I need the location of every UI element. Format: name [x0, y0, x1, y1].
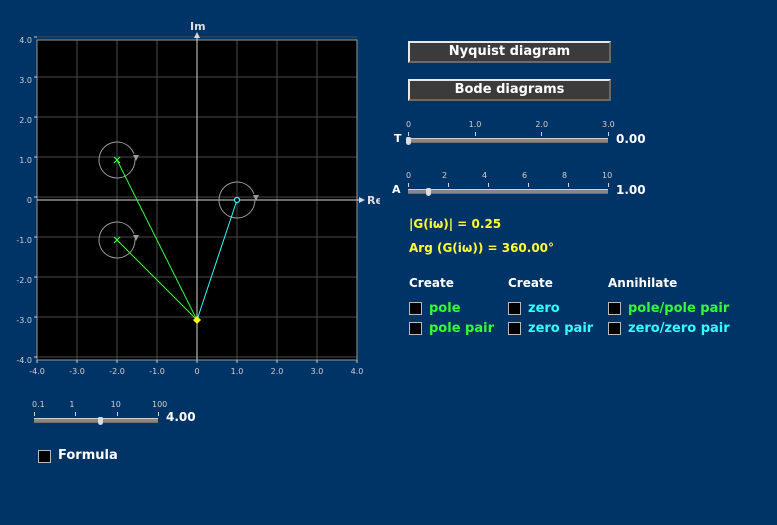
slider-tick-mark [541, 132, 543, 136]
annihilate-zero-zero-label: zero/zero pair [628, 321, 730, 336]
y-tick-label: -3.0 [16, 316, 32, 325]
slider-tick-label: 0 [406, 171, 412, 180]
x-tick-label: 4.0 [351, 367, 364, 376]
nyquist-diagram-button[interactable]: Nyquist diagram [408, 41, 611, 63]
slider-tick-mark [75, 412, 77, 416]
x-tick-label: 0 [194, 367, 199, 376]
a-slider-track[interactable] [408, 189, 608, 194]
create-zero-pair-label: zero pair [528, 321, 594, 336]
pole-zero-plot[interactable]: 4.0 3.0 2.0 1.0 0 -1.0 -2.0 -3.0 -4.0 -4.0 -3.0 -2.… [0, 0, 380, 385]
slider-tick-mark [488, 183, 489, 187]
create-pole-pair-checkbox[interactable] [409, 322, 422, 335]
t-slider-thumb[interactable] [406, 137, 411, 145]
magnitude-readout: |G(iω)| = 0.25 [409, 217, 502, 231]
x-tick-label: -1.0 [149, 367, 165, 376]
slider-tick-mark [474, 132, 476, 136]
annihilate-pole-pole-checkbox[interactable] [608, 302, 621, 315]
slider-tick-mark [448, 183, 449, 187]
slider-tick-mark [408, 183, 409, 187]
t-slider[interactable]: T 0 1.0 2.0 3.0 0.00 [394, 118, 654, 148]
a-slider-value: 1.00 [616, 183, 646, 197]
bode-diagrams-button[interactable]: Bode diagrams [408, 79, 611, 101]
y-tick-label: -2.0 [16, 276, 32, 285]
y-tick-label: 3.0 [19, 76, 32, 85]
frequency-slider[interactable]: 0.1 1 10 100 4.00 [30, 398, 210, 428]
annihilate-pole-pole-label: pole/pole pair [628, 301, 730, 316]
slider-tick-label: 6 [522, 171, 528, 180]
frequency-slider-track[interactable] [34, 418, 158, 423]
x-tick-label: 1.0 [231, 367, 244, 376]
t-slider-value: 0.00 [616, 132, 646, 146]
x-tick-label: -3.0 [69, 367, 85, 376]
slider-tick-label: 2.0 [535, 120, 549, 129]
create-zero-checkbox[interactable] [508, 302, 521, 315]
y-tick-label: 0 [27, 196, 32, 205]
slider-tick-label: 1 [69, 400, 75, 409]
slider-tick-mark [608, 132, 609, 136]
slider-tick-mark [158, 412, 159, 416]
slider-tick-label: 2 [442, 171, 448, 180]
argument-readout: Arg (G(iω)) = 360.00° [409, 241, 555, 255]
slider-tick-mark [528, 183, 529, 187]
x-tick-label: 3.0 [311, 367, 324, 376]
x-tick-label: -2.0 [109, 367, 125, 376]
slider-tick-mark [608, 183, 609, 187]
t-slider-label: T [394, 132, 402, 145]
slider-tick-label: 10 [602, 171, 613, 180]
create-zero-pair-checkbox[interactable] [508, 322, 521, 335]
slider-tick-label: 4 [482, 171, 488, 180]
annihilate-column-heading: Annihilate [608, 276, 678, 290]
create-zero-label: zero [528, 301, 560, 316]
slider-tick-label: 10 [110, 400, 121, 409]
slider-tick-label: 0 [406, 120, 412, 129]
slider-tick-label: 1.0 [468, 120, 482, 129]
slider-tick-label: 3.0 [602, 120, 615, 129]
x-tick-label: -4.0 [29, 367, 45, 376]
y-tick-label: 4.0 [19, 36, 32, 45]
axis-im-label: Im [190, 20, 206, 33]
y-tick-label: -4.0 [16, 356, 32, 365]
formula-checkbox[interactable] [38, 450, 51, 463]
slider-tick-label: 100 [152, 400, 168, 409]
a-slider-label: A [392, 183, 401, 196]
y-tick-label: 1.0 [19, 156, 32, 165]
create-pole-checkbox[interactable] [409, 302, 422, 315]
axis-re-label: Re [367, 194, 380, 207]
a-slider[interactable]: A 0 2 4 6 8 10 1.00 [392, 169, 654, 199]
y-tick-label: 2.0 [19, 116, 32, 125]
frequency-slider-value: 4.00 [166, 410, 196, 424]
slider-tick-mark [34, 412, 35, 416]
frequency-slider-thumb[interactable] [97, 417, 103, 425]
create-pole-label: pole [429, 301, 461, 316]
formula-label: Formula [58, 448, 118, 463]
y-tick-label: -1.0 [16, 236, 32, 245]
a-slider-thumb[interactable] [426, 188, 431, 196]
slider-tick-label: 8 [562, 171, 568, 180]
create-column-heading: Create [409, 276, 454, 290]
slider-tick-label: 0.1 [32, 400, 45, 409]
create-column-heading-2: Create [508, 276, 553, 290]
annihilate-zero-zero-checkbox[interactable] [608, 322, 621, 335]
slider-tick-mark [408, 132, 409, 136]
t-slider-track[interactable] [408, 138, 608, 143]
re-axis-arrow [359, 197, 365, 203]
slider-tick-mark [568, 183, 569, 187]
slider-tick-mark [116, 412, 118, 416]
zero-marker [233, 196, 241, 204]
create-pole-pair-label: pole pair [429, 321, 494, 336]
x-tick-label: 2.0 [271, 367, 284, 376]
